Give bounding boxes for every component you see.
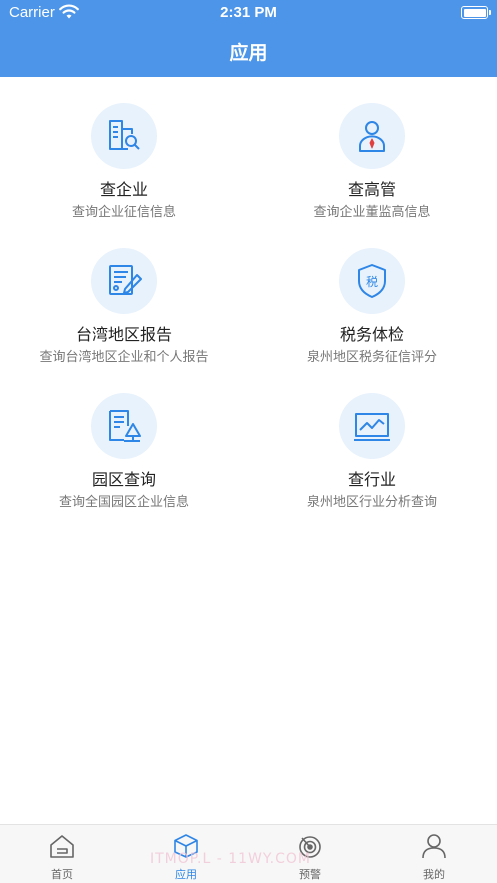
- home-icon: [50, 835, 74, 858]
- app-header: Carrier 2:31 PM 应用: [0, 0, 497, 77]
- app-card-tax-check[interactable]: 税 税务体检 泉州地区税务征信评分: [248, 245, 496, 385]
- app-card-title: 查高管: [347, 180, 396, 199]
- app-card-title: 园区查询: [91, 470, 156, 489]
- tax-shield-icon: 税: [339, 248, 405, 314]
- battery-icon: [461, 6, 491, 19]
- app-card-title: 查企业: [99, 180, 148, 199]
- app-card-park[interactable]: 园区查询 查询全国园区企业信息: [0, 390, 248, 530]
- executive-person-icon: [339, 103, 405, 169]
- svg-text:税: 税: [366, 275, 378, 289]
- watermark: ITMOP.L - 11WY.COM: [150, 851, 311, 867]
- tab-profile[interactable]: 我的: [372, 825, 496, 883]
- app-card-subtitle: 查询企业董监高信息: [313, 205, 431, 220]
- app-card-title: 台湾地区报告: [75, 325, 172, 344]
- app-card-subtitle: 查询台湾地区企业和个人报告: [39, 350, 209, 365]
- tab-label: 预警: [299, 868, 321, 881]
- page-title: 应用: [229, 42, 268, 64]
- person-icon: [422, 834, 446, 859]
- industry-chart-icon: [339, 393, 405, 459]
- app-card-industry[interactable]: 查行业 泉州地区行业分析查询: [248, 390, 496, 530]
- status-time: 2:31 PM: [220, 4, 277, 21]
- app-card-title: 查行业: [347, 470, 396, 489]
- tab-home[interactable]: 首页: [0, 825, 124, 883]
- app-card-subtitle: 查询全国园区企业信息: [58, 495, 189, 510]
- tab-label: 首页: [51, 868, 73, 881]
- app-card-taiwan-report[interactable]: 台湾地区报告 查询台湾地区企业和个人报告: [0, 245, 248, 385]
- app-card-subtitle: 查询企业征信信息: [71, 205, 176, 220]
- report-edit-icon: [91, 248, 157, 314]
- building-search-icon: [91, 103, 157, 169]
- app-card-company[interactable]: 查企业 查询企业征信信息: [0, 100, 248, 240]
- park-document-icon: [91, 393, 157, 459]
- tab-label: 我的: [423, 868, 445, 881]
- tab-label: 应用: [175, 868, 197, 881]
- app-card-subtitle: 泉州地区行业分析查询: [306, 495, 437, 510]
- app-card-subtitle: 泉州地区税务征信评分: [306, 350, 437, 365]
- app-card-title: 税务体检: [339, 325, 404, 344]
- app-card-executive[interactable]: 查高管 查询企业董监高信息: [248, 100, 496, 240]
- status-bar: Carrier 2:31 PM: [0, 0, 497, 26]
